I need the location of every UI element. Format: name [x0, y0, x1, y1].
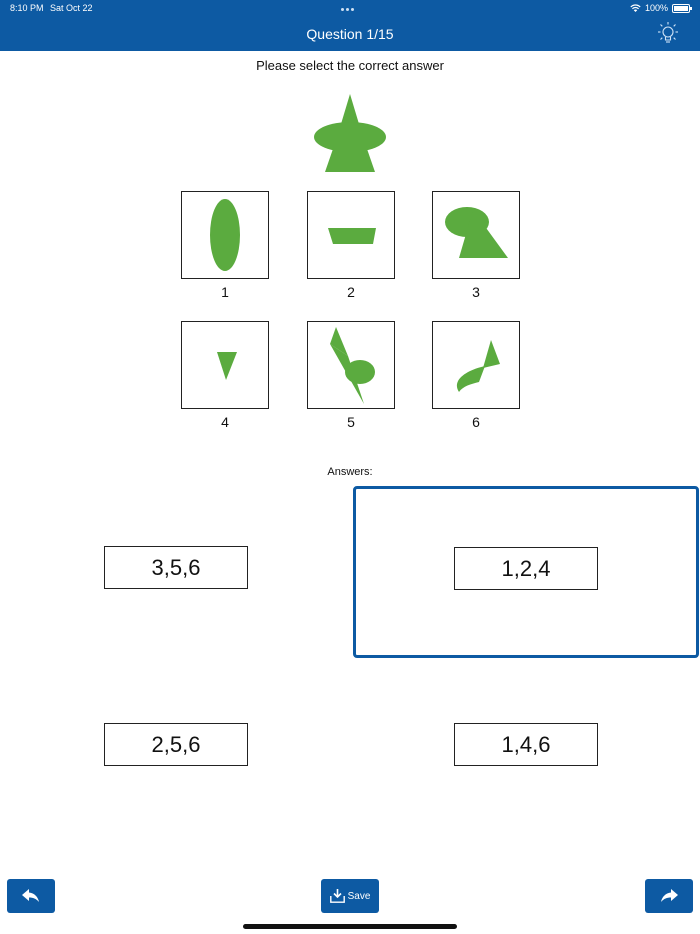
nav-bar: Question 1/15	[0, 18, 700, 51]
answer-b-label[interactable]: 1,2,4	[454, 547, 598, 590]
option-5-label: 5	[347, 414, 355, 430]
forward-arrow-icon	[661, 889, 678, 902]
option-1-label: 1	[221, 284, 229, 300]
status-date: Sat Oct 22	[50, 3, 93, 13]
option-2-label: 2	[347, 284, 355, 300]
question-prompt: Please select the correct answer	[256, 58, 444, 73]
status-bar: 8:10 PM Sat Oct 22 100%	[0, 0, 700, 18]
option-5-figure	[307, 321, 395, 409]
multitask-dots-icon[interactable]	[340, 3, 360, 11]
option-4-figure	[181, 321, 269, 409]
option-3-label: 3	[472, 284, 480, 300]
target-figure	[314, 94, 386, 172]
forward-button[interactable]	[645, 879, 693, 913]
wifi-icon	[630, 4, 641, 12]
answer-c-label[interactable]: 2,5,6	[104, 723, 248, 766]
home-indicator[interactable]	[243, 924, 457, 929]
answer-d-label[interactable]: 1,4,6	[454, 723, 598, 766]
option-6-figure	[432, 321, 520, 409]
status-right: 100%	[630, 3, 692, 13]
status-time: 8:10 PM	[10, 3, 44, 13]
answers-heading: Answers:	[327, 466, 373, 478]
option-6-label: 6	[472, 414, 480, 430]
option-2-figure	[307, 191, 395, 279]
battery-percent: 100%	[644, 3, 668, 13]
battery-icon	[672, 3, 692, 13]
answer-a-label[interactable]: 3,5,6	[104, 546, 248, 589]
back-button[interactable]	[7, 879, 55, 913]
page-title: Question 1/15	[306, 26, 394, 42]
save-label: Save	[347, 890, 371, 902]
option-4-label: 4	[221, 414, 229, 430]
hint-lightbulb-icon[interactable]	[654, 20, 682, 48]
option-1-figure	[181, 191, 269, 279]
answer-option-c[interactable]: 2,5,6	[4, 663, 354, 837]
answer-option-d[interactable]: 1,4,6	[353, 663, 700, 837]
answer-option-a[interactable]: 3,5,6	[4, 486, 354, 660]
option-3-figure	[432, 191, 520, 279]
download-tray-icon	[329, 889, 345, 903]
answer-option-b-selected[interactable]: 1,2,4	[353, 486, 699, 658]
save-button[interactable]: Save	[321, 879, 379, 913]
reply-arrow-icon	[22, 889, 39, 902]
